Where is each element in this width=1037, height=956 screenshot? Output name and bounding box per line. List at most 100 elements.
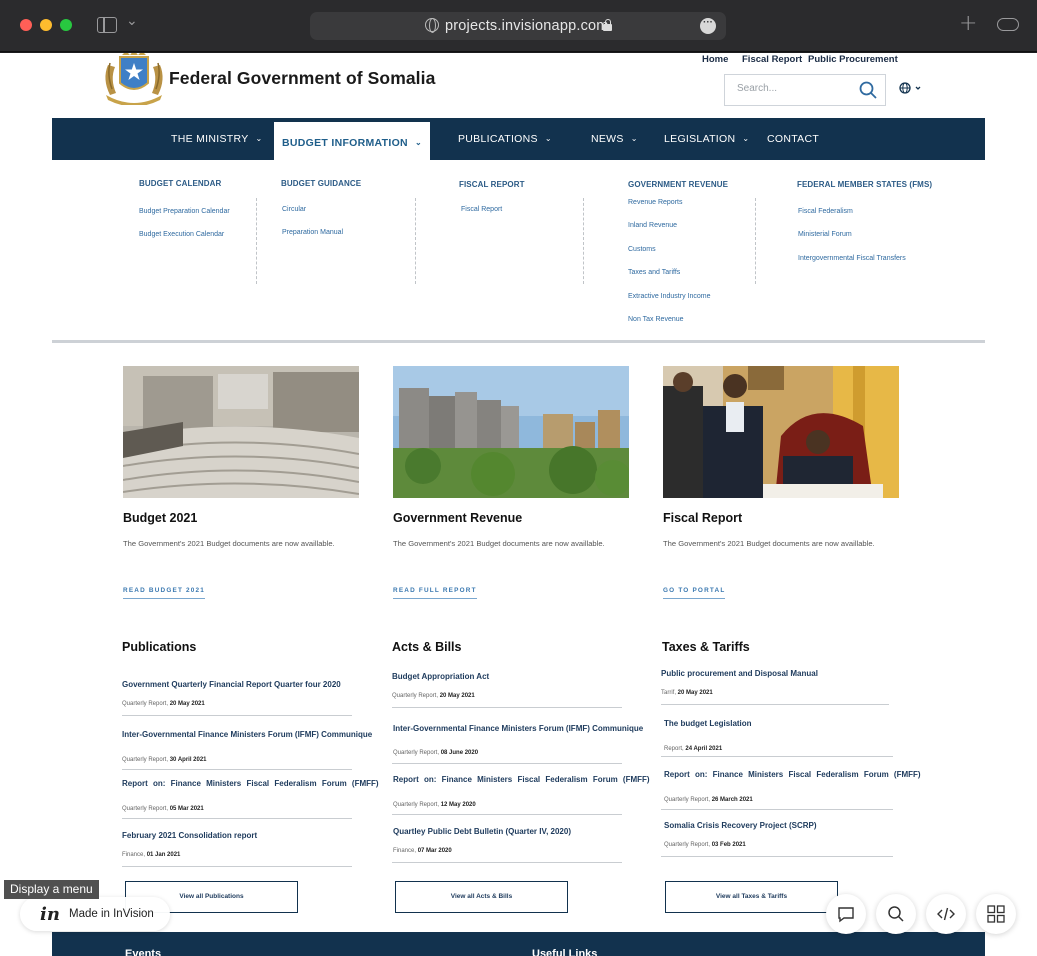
budget-information-mega-menu: BUDGET CALENDAR Budget Preparation Calen… [52, 160, 985, 343]
list-item-title[interactable]: Government Quarterly Financial Report Qu… [122, 680, 341, 689]
close-window-button[interactable] [20, 19, 32, 31]
list-item-title[interactable]: Budget Appropriation Act [392, 672, 489, 681]
mega-link[interactable]: Revenue Reports [628, 199, 682, 206]
list-item-title[interactable]: Report on: Finance Ministers Fiscal Fede… [393, 775, 650, 784]
list-divider [392, 814, 622, 815]
code-icon [937, 907, 955, 921]
meta-date: 20 May 2021 [169, 701, 205, 707]
list-item-title[interactable]: The budget Legislation [664, 719, 752, 728]
mega-col-title: FISCAL REPORT [459, 180, 525, 189]
view-all-taxes-tariffs-button[interactable]: View all Taxes & Tariffs [665, 881, 838, 913]
list-item-title[interactable]: Report on: Finance Ministers Fiscal Fede… [664, 770, 921, 779]
card-description: The Government's 2021 Budget documents a… [123, 539, 335, 548]
list-divider [392, 763, 622, 764]
zoom-window-button[interactable] [60, 19, 72, 31]
column-divider [256, 198, 257, 284]
cloud-icon[interactable] [997, 18, 1019, 31]
sidebar-toggle-icon[interactable] [97, 17, 117, 33]
top-link-fiscal-report[interactable]: Fiscal Report [742, 54, 802, 65]
nav-news[interactable]: NEWS ⌄ [591, 118, 638, 160]
list-item-meta: Quarterly Report, 12 May 2020 [393, 802, 476, 808]
nav-the-ministry[interactable]: THE MINISTRY ⌄ [171, 118, 263, 160]
more-options-icon[interactable]: ··· [700, 18, 716, 34]
made-in-invision-badge[interactable]: in Made in InVision [20, 897, 170, 931]
meta-date: 20 May 2021 [439, 693, 475, 699]
section-title-acts-bills: Acts & Bills [392, 640, 462, 654]
list-divider [122, 818, 352, 819]
display-menu-tooltip[interactable]: Display a menu [4, 880, 99, 899]
card-description: The Government's 2021 Budget documents a… [663, 539, 875, 548]
meta-date: 26 March 2021 [711, 797, 753, 803]
search-input[interactable] [737, 83, 847, 94]
minimize-window-button[interactable] [40, 19, 52, 31]
chevron-down-icon[interactable]: ⌄ [126, 13, 138, 29]
meta-date: 07 Mar 2020 [417, 848, 452, 854]
nav-budget-information[interactable]: BUDGET INFORMATION ⌄ [274, 122, 430, 160]
made-in-invision-text: Made in InVision [69, 908, 154, 920]
mega-link[interactable]: Non Tax Revenue [628, 316, 684, 323]
meta-date: 24 April 2021 [685, 746, 723, 752]
mega-link[interactable]: Taxes and Tariffs [628, 269, 680, 276]
list-divider [661, 704, 889, 705]
mega-link[interactable]: Fiscal Report [461, 206, 502, 213]
card-title[interactable]: Fiscal Report [663, 511, 742, 525]
mega-link[interactable]: Budget Execution Calendar [139, 231, 224, 238]
mega-link[interactable]: Intergovernmental Fiscal Transfers [798, 255, 906, 262]
screens-grid-button[interactable] [976, 894, 1016, 934]
comment-tool-button[interactable] [826, 894, 866, 934]
code-inspect-button[interactable] [926, 894, 966, 934]
nav-publications[interactable]: PUBLICATIONS ⌄ [458, 118, 552, 160]
list-item-meta: Report, 24 April 2021 [664, 746, 722, 752]
nav-legislation[interactable]: LEGISLATION ⌄ [664, 118, 749, 160]
mega-link[interactable]: Circular [282, 206, 306, 213]
meta-type: Quarterly Report, [664, 797, 711, 803]
inspect-search-button[interactable] [876, 894, 916, 934]
mega-col-title: FEDERAL MEMBER STATES (FMS) [797, 180, 933, 189]
nav-label: NEWS [591, 133, 624, 145]
mega-link[interactable]: Extractive Industry Income [628, 293, 710, 300]
invision-logo-icon: in [40, 904, 60, 925]
list-item-meta: Quarterly Report, 05 Mar 2021 [122, 806, 204, 812]
meta-type: Quarterly Report, [122, 701, 169, 707]
search-icon [888, 906, 904, 922]
list-divider [661, 756, 893, 757]
read-budget-link[interactable]: READ BUDGET 2021 [123, 587, 206, 599]
nav-contact[interactable]: CONTACT [767, 118, 819, 160]
language-globe-icon[interactable] [898, 81, 926, 95]
list-item-meta: Finance, 01 Jan 2021 [122, 852, 180, 858]
list-item-title[interactable]: Public procurement and Disposal Manual [661, 669, 818, 678]
list-item-title[interactable]: Inter-Governmental Finance Ministers For… [122, 730, 372, 739]
top-link-public-procurement[interactable]: Public Procurement [808, 54, 898, 65]
mega-link[interactable]: Customs [628, 246, 656, 253]
list-item-title[interactable]: Quartley Public Debt Bulletin (Quarter I… [393, 827, 571, 836]
read-full-report-link[interactable]: READ FULL REPORT [393, 587, 477, 599]
meta-type: Quarterly Report, [122, 806, 169, 812]
search-icon[interactable] [859, 81, 877, 99]
web-page: Federal Government of Somalia Home Fisca… [0, 53, 1037, 956]
card-title[interactable]: Government Revenue [393, 511, 522, 525]
mega-link[interactable]: Ministerial Forum [798, 231, 852, 238]
meta-type: Tarrif, [661, 690, 676, 696]
list-divider [392, 862, 622, 863]
go-to-portal-link[interactable]: GO TO PORTAL [663, 587, 726, 599]
chevron-down-icon: ⌄ [742, 134, 750, 143]
list-item-title[interactable]: Somalia Crisis Recovery Project (SCRP) [664, 821, 817, 830]
address-bar[interactable]: projects.invisionapp.com ··· [310, 12, 726, 40]
mega-link[interactable]: Budget Preparation Calendar [139, 208, 230, 215]
new-tab-icon[interactable]: + [959, 11, 977, 36]
list-item-title[interactable]: Report on: Finance Ministers Fiscal Fede… [122, 779, 379, 788]
view-all-acts-bills-button[interactable]: View all Acts & Bills [395, 881, 568, 913]
meta-date: 01 Jan 2021 [146, 852, 181, 858]
meta-date: 20 May 2021 [677, 690, 713, 696]
top-link-home[interactable]: Home [702, 54, 728, 65]
column-divider [583, 198, 584, 284]
card-title[interactable]: Budget 2021 [123, 511, 197, 525]
mega-link[interactable]: Preparation Manual [282, 229, 343, 236]
list-item-title[interactable]: February 2021 Consolidation report [122, 831, 257, 840]
meta-date: 08 June 2020 [440, 750, 479, 756]
mega-link[interactable]: Inland Revenue [628, 222, 677, 229]
list-item-title[interactable]: Inter-Governmental Finance Ministers For… [393, 724, 643, 733]
mega-col-title: BUDGET CALENDAR [139, 179, 222, 188]
site-title[interactable]: Federal Government of Somalia [169, 68, 435, 89]
mega-link[interactable]: Fiscal Federalism [798, 208, 853, 215]
